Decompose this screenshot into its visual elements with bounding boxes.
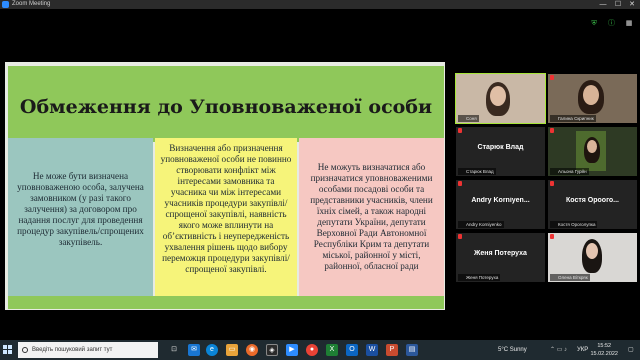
muted-mic-icon [458,234,462,239]
edge-browser-icon[interactable]: e [206,344,218,356]
word-icon[interactable]: W [366,344,378,356]
participant-name: Женя Потеруха [474,250,527,257]
slide-column-2: Визначення або призначення уповноваженої… [155,138,297,298]
participant-tile-sonia[interactable]: Соня [455,73,546,124]
powerpoint-icon[interactable]: P [386,344,398,356]
slide-column-3: Не можуть визначатися або призначатися у… [299,138,444,298]
search-placeholder: Введіть пошуковий запит тут [32,347,113,353]
windows-start-button[interactable] [3,345,13,355]
muted-mic-icon [458,181,462,186]
participant-name: Костя Ороого... [565,197,619,204]
taskbar-search-box[interactable]: Введіть пошуковий запит тут [18,342,158,358]
clock-date: 15.02.2022 [590,351,618,357]
task-view-icon[interactable]: ⊡ [168,344,180,356]
participant-tile-kostia[interactable]: Костя Ороого... Костя Ороголупка [548,180,637,229]
zoom-logo-icon [2,1,9,8]
participant-tile-starjuk[interactable]: Старюк Влад Старюк Влад [456,127,545,176]
tray-icons[interactable]: ⌃ ▭ ♪ [550,340,567,360]
mail-app-icon[interactable]: ✉ [188,344,200,356]
windows-taskbar: Введіть пошуковий запит тут ⊡ ✉ e ▭ ◉ ◈ … [0,340,640,360]
clock-time: 15:52 [597,343,612,349]
participant-tile-olena[interactable]: Олена Віткряк [548,233,637,282]
pin-app-icon[interactable]: ▤ [406,344,418,356]
participant-face [490,86,506,106]
participant-label: Соня [458,115,479,122]
shield-icon[interactable]: ⛨ [589,20,599,28]
muted-mic-icon [550,75,554,80]
participant-label: Альона Гурйн [550,168,589,175]
meeting-top-icons: ⛨ ⓘ ▦ [586,12,634,30]
muted-mic-icon [550,234,554,239]
participant-label: Старюк Влад [458,168,496,175]
muted-mic-icon [550,181,554,186]
participant-tile-zhenia[interactable]: Женя Потеруха Женя Потеруха [456,233,545,282]
zoom-taskbar-icon[interactable]: ▶ [286,344,298,356]
info-icon[interactable]: ⓘ [607,20,617,28]
chrome-icon[interactable]: ● [306,344,318,356]
maximize-button[interactable]: ☐ [611,0,625,9]
participant-tile-andry[interactable]: Andry Korniyen... Andry Korniyenko [456,180,545,229]
muted-mic-icon [458,128,462,133]
view-icon[interactable]: ▦ [624,20,634,28]
participant-face [587,140,597,153]
participant-face [583,85,599,105]
participant-tile-alona[interactable]: Альона Гурйн [548,127,637,176]
file-explorer-icon[interactable]: ▭ [226,344,238,356]
firefox-icon[interactable]: ◉ [246,344,258,356]
slide-bottom-band [8,296,444,309]
participant-label: Олена Віткряк [550,274,590,281]
keyboard-language[interactable]: УКР [577,340,588,360]
participant-name: Andry Korniyen... [471,197,530,204]
participant-tile-halyna[interactable]: Галина Скрипник [548,74,637,123]
participant-label: Галина Скрипник [550,115,596,122]
window-titlebar: Zoom Meeting — ☐ ✕ [0,0,640,9]
participant-name: Старюк Влад [477,144,524,151]
participant-label: Женя Потеруха [458,274,501,281]
participant-label: Костя Ороголупка [550,221,598,228]
slide-title: Обмеження до Уповноваженої особи [19,96,433,118]
window-title: Zoom Meeting [12,1,51,7]
shared-slide: Обмеження до Уповноваженої особи Не може… [5,62,445,310]
meeting-area: ⛨ ⓘ ▦ Обмеження до Уповноваженої особи Н… [0,9,640,340]
store-icon[interactable]: ◈ [266,344,278,356]
participant-face [586,243,598,259]
close-button[interactable]: ✕ [625,0,639,9]
slide-column-1: Не може бути визначена уповноваженою осо… [8,138,153,298]
excel-icon[interactable]: X [326,344,338,356]
weather-status[interactable]: 5°C Sunny [498,340,527,360]
outlook-icon[interactable]: O [346,344,358,356]
slide-title-band: Обмеження до Уповноваженої особи [8,66,444,142]
participant-label: Andry Korniyenko [458,221,504,228]
notifications-icon[interactable]: ▢ [628,340,634,360]
muted-mic-icon [550,128,554,133]
search-icon [22,347,28,353]
system-clock[interactable]: 15:52 15.02.2022 [590,342,618,358]
minimize-button[interactable]: — [596,0,610,9]
